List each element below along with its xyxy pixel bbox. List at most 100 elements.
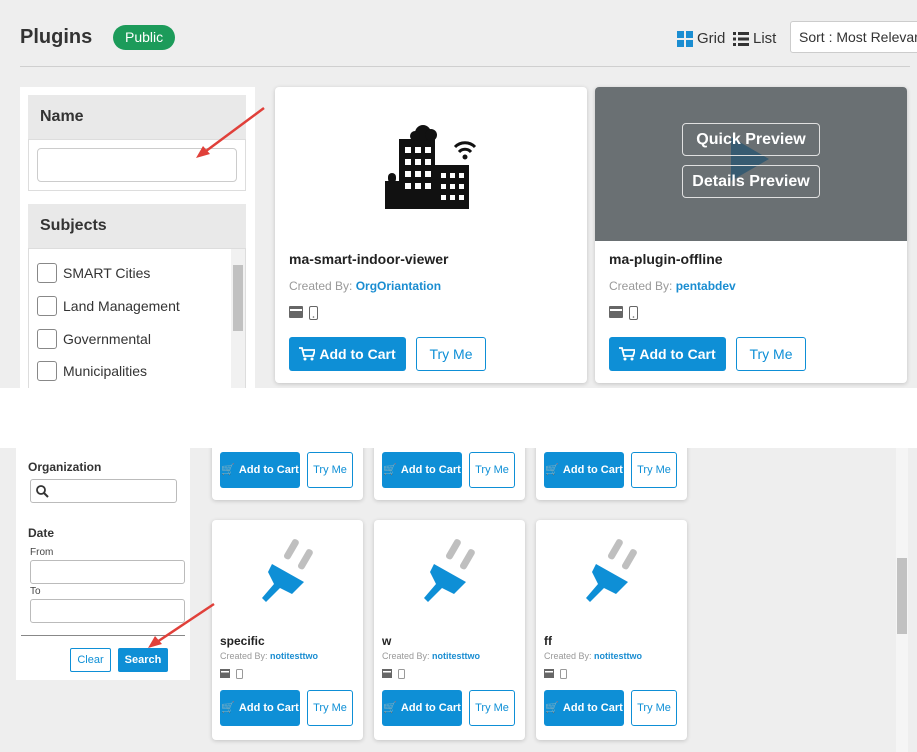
checkbox[interactable] bbox=[37, 296, 57, 316]
bottom-screenshot: Organization Date From To Clear Search 🛒… bbox=[0, 448, 917, 752]
desktop-icon bbox=[382, 669, 392, 678]
mobile-icon bbox=[309, 306, 318, 320]
organization-search-input[interactable] bbox=[30, 479, 177, 503]
try-me-button[interactable]: Try Me bbox=[416, 337, 486, 371]
desktop-icon bbox=[220, 669, 230, 678]
plugin-card[interactable]: ma-smart-indoor-viewer Created By: OrgOr… bbox=[275, 87, 587, 383]
plugin-card[interactable]: 🛒 Add to Cart Try Me bbox=[536, 448, 687, 500]
author-link[interactable]: pentabdev bbox=[676, 279, 736, 293]
desktop-icon bbox=[544, 669, 554, 678]
search-button[interactable]: Search bbox=[118, 648, 168, 672]
author-link[interactable]: notitesttwo bbox=[270, 651, 318, 661]
add-to-cart-button[interactable]: 🛒 Add to Cart bbox=[544, 452, 624, 488]
add-to-cart-button[interactable]: Add to Cart bbox=[289, 337, 406, 371]
sort-dropdown[interactable]: Sort : Most Relevant bbox=[790, 21, 917, 53]
cart-icon bbox=[299, 347, 316, 361]
subjects-scrollbar[interactable] bbox=[231, 249, 245, 388]
list-label: List bbox=[753, 30, 777, 47]
plugin-card[interactable]: 🛒 Add to Cart Try Me bbox=[374, 448, 525, 500]
desktop-icon bbox=[289, 306, 303, 318]
cart-icon: 🛒 bbox=[545, 701, 559, 714]
header-divider bbox=[20, 66, 910, 67]
try-me-button[interactable]: Try Me bbox=[469, 452, 515, 488]
details-preview-button[interactable]: Details Preview bbox=[682, 165, 820, 198]
card-title[interactable]: ff bbox=[544, 634, 552, 648]
try-me-button[interactable]: Try Me bbox=[307, 690, 353, 726]
author-link[interactable]: OrgOriantation bbox=[356, 279, 441, 293]
created-by: Created By: pentabdev bbox=[609, 279, 736, 293]
author-link[interactable]: notitesttwo bbox=[432, 651, 480, 661]
plugin-card[interactable]: 🛒 Add to Cart Try Me bbox=[212, 448, 363, 500]
card-title[interactable]: w bbox=[382, 634, 391, 648]
plugin-card[interactable]: w Created By: notitesttwo 🛒 Add to Cart T… bbox=[374, 520, 525, 740]
desktop-icon bbox=[609, 306, 623, 318]
grid-view-toggle[interactable]: Grid bbox=[677, 30, 725, 47]
page-title: Plugins bbox=[20, 26, 93, 48]
plug-icon bbox=[262, 539, 313, 602]
plug-icon bbox=[424, 539, 475, 602]
cart-icon: 🛒 bbox=[545, 463, 559, 476]
card-title[interactable]: specific bbox=[220, 634, 265, 648]
plugin-card[interactable]: specific Created By: notitesttwo 🛒 Add to… bbox=[212, 520, 363, 740]
mobile-icon bbox=[398, 669, 405, 679]
platform-icons bbox=[289, 306, 318, 320]
preview-overlay: Quick Preview Details Preview bbox=[595, 87, 907, 241]
try-me-button[interactable]: Try Me bbox=[736, 337, 806, 371]
add-to-cart-button[interactable]: 🛒 Add to Cart bbox=[382, 452, 462, 488]
platform-icons bbox=[609, 306, 638, 320]
page-scrollbar[interactable] bbox=[896, 448, 908, 752]
scroll-thumb[interactable] bbox=[897, 558, 907, 634]
plugin-card[interactable]: ff Created By: notitesttwo 🛒 Add to Cart … bbox=[536, 520, 687, 740]
mobile-icon bbox=[560, 669, 567, 679]
to-date-input[interactable] bbox=[30, 599, 185, 623]
plugin-card[interactable]: Quick Preview Details Preview ma-plugin-… bbox=[595, 87, 907, 383]
top-screenshot: Plugins Public Grid List Sort : Most Rel… bbox=[0, 0, 917, 388]
try-me-button[interactable]: Try Me bbox=[631, 452, 677, 488]
subjects-filter-heading: Subjects bbox=[28, 204, 246, 248]
created-by: Created By: OrgOriantation bbox=[289, 279, 442, 293]
building-icon bbox=[385, 125, 477, 209]
author-link[interactable]: notitesttwo bbox=[594, 651, 642, 661]
platform-icons bbox=[544, 669, 567, 679]
advanced-filter-panel: Organization Date From To Clear Search bbox=[16, 448, 190, 680]
add-to-cart-button[interactable]: 🛒 Add to Cart bbox=[220, 452, 300, 488]
try-me-button[interactable]: Try Me bbox=[631, 690, 677, 726]
name-search-input[interactable] bbox=[37, 148, 237, 182]
platform-icons bbox=[220, 669, 243, 679]
filter-panel: Name Subjects SMART Cities Land Manageme… bbox=[20, 87, 255, 388]
subject-label: Municipalities bbox=[63, 363, 148, 379]
subject-label: Land Management bbox=[63, 298, 180, 314]
scroll-thumb[interactable] bbox=[233, 265, 243, 331]
from-date-input[interactable] bbox=[30, 560, 185, 584]
add-to-cart-button[interactable]: 🛒 Add to Cart bbox=[382, 690, 462, 726]
subject-item-smart-cities[interactable]: SMART Cities bbox=[37, 263, 150, 283]
try-me-button[interactable]: Try Me bbox=[307, 452, 353, 488]
organization-label: Organization bbox=[28, 460, 102, 474]
card-title[interactable]: ma-plugin-offline bbox=[609, 251, 723, 267]
quick-preview-button[interactable]: Quick Preview bbox=[682, 123, 820, 156]
checkbox[interactable] bbox=[37, 329, 57, 349]
add-to-cart-button[interactable]: 🛒 Add to Cart bbox=[220, 690, 300, 726]
search-icon bbox=[36, 485, 49, 498]
checkbox[interactable] bbox=[37, 263, 57, 283]
mobile-icon bbox=[629, 306, 638, 320]
from-label: From bbox=[30, 547, 54, 558]
public-badge[interactable]: Public bbox=[113, 25, 176, 50]
subject-label: Governmental bbox=[63, 331, 151, 347]
add-to-cart-button[interactable]: Add to Cart bbox=[609, 337, 726, 371]
subject-item-land-management[interactable]: Land Management bbox=[37, 296, 180, 316]
plug-icon bbox=[586, 539, 637, 602]
subject-item-governmental[interactable]: Governmental bbox=[37, 329, 151, 349]
grid-label: Grid bbox=[697, 30, 726, 47]
subjects-list: SMART Cities Land Management Governmenta… bbox=[28, 248, 246, 388]
created-by: Created By: notitesttwo bbox=[544, 651, 643, 661]
card-title[interactable]: ma-smart-indoor-viewer bbox=[289, 251, 448, 267]
date-label: Date bbox=[28, 526, 55, 540]
add-to-cart-button[interactable]: 🛒 Add to Cart bbox=[544, 690, 624, 726]
subject-item-municipalities[interactable]: Municipalities bbox=[37, 361, 147, 381]
clear-button[interactable]: Clear bbox=[70, 648, 111, 672]
platform-icons bbox=[382, 669, 405, 679]
try-me-button[interactable]: Try Me bbox=[469, 690, 515, 726]
checkbox[interactable] bbox=[37, 361, 57, 381]
list-view-toggle[interactable]: List bbox=[733, 30, 776, 47]
